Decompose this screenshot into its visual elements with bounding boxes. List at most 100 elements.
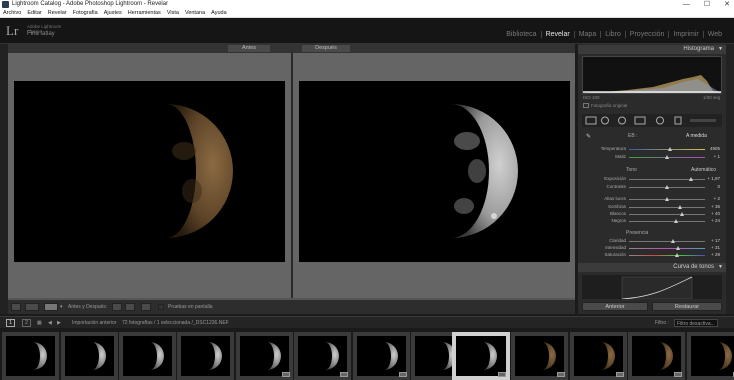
- screen-1-button[interactable]: 1: [6, 319, 15, 327]
- filmstrip-thumb[interactable]: [687, 332, 734, 380]
- module-imprimir[interactable]: Imprimir: [669, 31, 704, 38]
- screen-2-button[interactable]: 2: [22, 319, 31, 327]
- clarity-knob[interactable]: [670, 239, 675, 243]
- tone-curve-header[interactable]: Curva de tonos ▼: [578, 263, 726, 272]
- original-photo-checkbox[interactable]: [583, 103, 589, 108]
- menu-archivo[interactable]: Archivo: [3, 9, 21, 17]
- reset-button[interactable]: Restaurar: [652, 302, 722, 311]
- blacks-slider[interactable]: Negros + 24: [582, 218, 722, 225]
- menu-ayuda[interactable]: Ayuda: [211, 9, 227, 17]
- tint-value[interactable]: + 1: [706, 154, 720, 160]
- clarity-slider[interactable]: Claridad + 17: [582, 238, 722, 245]
- clarity-label: Claridad: [609, 238, 626, 243]
- maximize-icon[interactable]: ☐: [704, 0, 710, 9]
- exposure-knob[interactable]: [688, 177, 693, 181]
- menu-ventana[interactable]: Ventana: [185, 9, 205, 17]
- temp-label: Temperatura: [600, 146, 626, 151]
- vibrance-knob[interactable]: [675, 246, 680, 250]
- filmstrip-thumb[interactable]: [628, 332, 685, 380]
- shadows-knob[interactable]: [678, 205, 683, 209]
- copy-after-button[interactable]: [125, 303, 135, 311]
- filmstrip-thumb[interactable]: [353, 332, 410, 380]
- right-panel-edge[interactable]: [726, 44, 734, 314]
- dropdown-icon[interactable]: ▾: [60, 304, 63, 310]
- module-libro[interactable]: Libro: [601, 31, 626, 38]
- filmstrip-thumb[interactable]: [511, 332, 568, 380]
- temp-knob[interactable]: [668, 147, 673, 151]
- highlights-knob[interactable]: [665, 197, 670, 201]
- menu-vista[interactable]: Vista: [167, 9, 179, 17]
- copy-before-button[interactable]: [112, 303, 122, 311]
- menu-editar[interactable]: Editar: [27, 9, 41, 17]
- histogram-header[interactable]: Histograma ▼: [578, 45, 726, 54]
- left-panel-collapsed[interactable]: [0, 44, 8, 314]
- exposure-value[interactable]: + 1,97: [706, 176, 720, 182]
- filmstrip-thumb[interactable]: [294, 332, 351, 380]
- whites-label: Blancos: [609, 211, 626, 216]
- vibrance-label: Intensidad: [605, 245, 626, 250]
- loupe-view-button[interactable]: [11, 303, 21, 311]
- whites-slider[interactable]: Blancos + 40: [582, 211, 722, 218]
- highlights-value[interactable]: + 2: [706, 196, 720, 202]
- module-web[interactable]: Web: [704, 31, 726, 38]
- blacks-knob[interactable]: [673, 219, 678, 223]
- menu-herramientas[interactable]: Herramientas: [128, 9, 161, 17]
- saturation-value[interactable]: + 29: [706, 252, 720, 258]
- module-revelar[interactable]: Revelar: [542, 31, 575, 38]
- close-icon[interactable]: ✕: [724, 0, 730, 9]
- temp-slider[interactable]: Temperatura 4905: [582, 146, 722, 153]
- shadows-value[interactable]: + 36: [706, 204, 720, 210]
- soft-proof-checkbox[interactable]: [158, 304, 164, 310]
- module-mapa[interactable]: Mapa: [575, 31, 602, 38]
- vibrance-slider[interactable]: Intensidad + 31: [582, 245, 722, 252]
- filter-dropdown[interactable]: Filtro desactiva...: [674, 319, 718, 327]
- menu-ajustes[interactable]: Ajustes: [104, 9, 122, 17]
- contrast-knob[interactable]: [664, 185, 669, 189]
- shadows-label: Sombras: [607, 204, 626, 209]
- menu-fotografia[interactable]: Fotografía: [73, 9, 98, 17]
- auto-tone-button[interactable]: Automático: [691, 167, 716, 173]
- previous-button[interactable]: Anterior: [582, 302, 648, 311]
- tint-slider[interactable]: Matiz + 1: [582, 154, 722, 161]
- thumbnail-image: [515, 336, 564, 376]
- compare-view-button[interactable]: [25, 303, 39, 311]
- before-after-header: [8, 44, 575, 53]
- clarity-value[interactable]: + 17: [706, 238, 720, 244]
- saturation-slider[interactable]: Saturación + 29: [582, 252, 722, 259]
- tone-curve-graph[interactable]: [582, 275, 722, 300]
- before-label: Antes: [228, 45, 270, 52]
- blacks-value[interactable]: + 24: [706, 218, 720, 224]
- temp-value[interactable]: 4905: [706, 146, 720, 152]
- after-photo[interactable]: [299, 81, 570, 262]
- collapse-icon[interactable]: ▼: [718, 263, 723, 272]
- whites-knob[interactable]: [679, 212, 684, 216]
- whites-value[interactable]: + 40: [706, 211, 720, 217]
- swap-button[interactable]: [141, 303, 151, 311]
- filmstrip-thumb[interactable]: [119, 332, 176, 380]
- filmstrip-thumb-selected[interactable]: [452, 332, 510, 380]
- tone-label: Tono: [626, 167, 637, 173]
- filmstrip-thumb[interactable]: [236, 332, 293, 380]
- exposure-slider[interactable]: Exposición + 1,97: [582, 176, 722, 183]
- filmstrip-thumb[interactable]: [2, 332, 59, 380]
- saturation-knob[interactable]: [675, 253, 680, 257]
- shadows-slider[interactable]: Sombras + 36: [582, 204, 722, 211]
- eyedropper-icon[interactable]: ✎: [586, 133, 591, 140]
- minimize-icon[interactable]: —: [683, 0, 690, 9]
- wb-value[interactable]: A medida: [686, 133, 707, 139]
- filmstrip-thumb[interactable]: [177, 332, 234, 380]
- collapse-icon[interactable]: ▼: [718, 45, 723, 54]
- filmstrip-thumb[interactable]: [570, 332, 627, 380]
- highlights-slider[interactable]: Altas luces + 2: [582, 196, 722, 203]
- filmstrip-thumb[interactable]: [61, 332, 118, 380]
- menu-revelar[interactable]: Revelar: [48, 9, 67, 17]
- module-biblioteca[interactable]: Biblioteca: [502, 31, 542, 38]
- contrast-value[interactable]: 0: [706, 184, 720, 190]
- tint-knob[interactable]: [664, 155, 669, 159]
- contrast-slider[interactable]: Contraste 0: [582, 184, 722, 191]
- moon-before-image: [14, 81, 285, 262]
- module-proyeccion[interactable]: Proyección: [626, 31, 670, 38]
- before-after-view-button[interactable]: [44, 303, 58, 311]
- before-photo[interactable]: [14, 81, 285, 262]
- vibrance-value[interactable]: + 31: [706, 245, 720, 251]
